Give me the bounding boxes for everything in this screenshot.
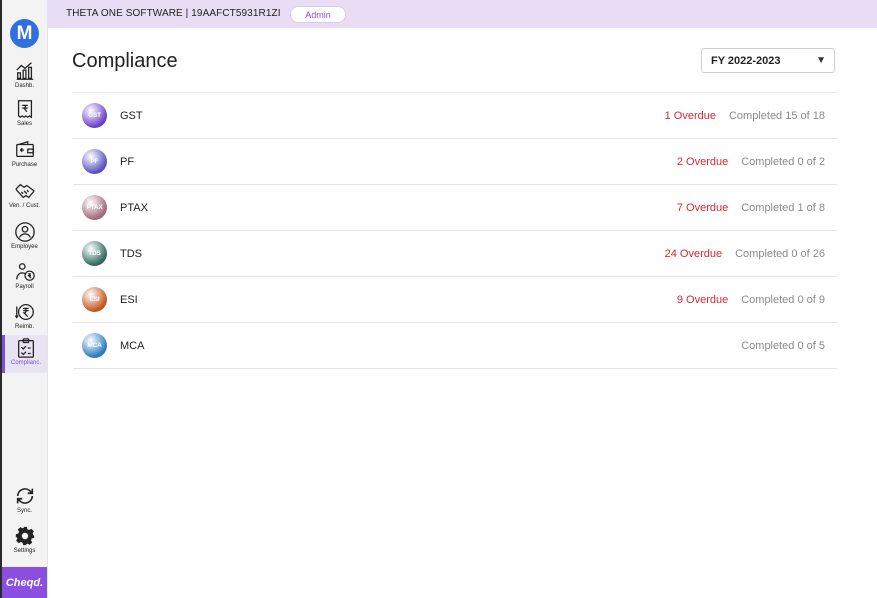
gst-badge-icon: GST <box>82 103 107 128</box>
employee-icon <box>14 222 35 242</box>
caret-down-icon: ▼ <box>816 55 826 66</box>
sidebar-item-label: Complianc. <box>10 360 41 366</box>
sidebar-item-vendors-customers[interactable]: Ven. / Cust. <box>2 178 47 218</box>
sidebar: M Dashb. Sales Purchase Ven. / Cust. Emp… <box>2 0 48 598</box>
compliance-name: GST <box>120 109 143 122</box>
overdue-count: 2 Overdue <box>676 155 729 168</box>
purchase-wallet-icon <box>15 140 34 158</box>
overdue-count: 1 Overdue <box>664 109 716 122</box>
rupee-arrows-icon <box>14 304 34 320</box>
fiscal-year-value: FY 2022-2023 <box>711 54 781 67</box>
sidebar-item-label: Ven. / Cust. <box>8 203 41 209</box>
sales-receipt-icon <box>17 100 32 119</box>
handshake-icon <box>14 183 35 199</box>
role-badge[interactable]: Admin <box>290 6 346 23</box>
clipboard-check-icon <box>18 338 34 358</box>
sidebar-item-sync[interactable]: Sync. <box>2 483 47 523</box>
compliance-name: ESI <box>120 293 138 306</box>
ptax-badge-icon: PTAX <box>82 195 107 220</box>
mca-badge-icon: MCA <box>82 333 107 358</box>
brand-logo: Cheqd. <box>2 567 47 598</box>
top-bar: THETA ONE SOFTWARE | 19AAFCT5931R1ZI Adm… <box>47 0 877 28</box>
sidebar-item-label: Settings <box>13 548 36 554</box>
sidebar-item-payroll[interactable]: Payroll <box>2 259 47 299</box>
sidebar-item-label: Reimb. <box>14 324 34 330</box>
compliance-list: GST GST 1 Overdue Completed 15 of 18 PF … <box>73 92 837 369</box>
sync-icon <box>16 488 33 504</box>
compliance-name: PF <box>120 155 135 168</box>
sidebar-item-label: Dashb. <box>14 83 34 89</box>
dashboard-chart-icon <box>15 62 33 80</box>
sidebar-item-label: Employee <box>11 244 38 250</box>
completed-status: Completed 1 of 8 <box>741 201 825 214</box>
fiscal-year-select[interactable]: FY 2022-2023 ▼ <box>701 48 835 73</box>
sidebar-item-label: Sales <box>16 121 32 127</box>
compliance-row-pf[interactable]: PF PF 2 Overdue Completed 0 of 2 <box>73 139 837 185</box>
completed-status: Completed 0 of 26 <box>735 247 825 260</box>
overdue-count: 7 Overdue <box>676 201 729 214</box>
sidebar-item-purchase[interactable]: Purchase <box>2 137 47 177</box>
app-logo[interactable]: M <box>10 19 39 48</box>
compliance-name: MCA <box>120 339 145 352</box>
compliance-row-tds[interactable]: TDS TDS 24 Overdue Completed 0 of 26 <box>73 231 837 277</box>
compliance-name: PTAX <box>120 201 148 214</box>
compliance-row-esi[interactable]: ESI ESI 9 Overdue Completed 0 of 9 <box>73 277 837 323</box>
overdue-count: 9 Overdue <box>676 293 729 306</box>
sidebar-item-dashboard[interactable]: Dashb. <box>2 58 47 98</box>
compliance-row-gst[interactable]: GST GST 1 Overdue Completed 15 of 18 <box>73 93 837 139</box>
sidebar-item-label: Purchase <box>11 162 38 168</box>
company-name: THETA ONE SOFTWARE | 19AAFCT5931R1ZI <box>66 8 281 19</box>
sidebar-item-label: Payroll <box>15 284 34 290</box>
sidebar-item-label: Sync. <box>16 508 32 514</box>
sidebar-item-sales[interactable]: Sales <box>2 96 47 136</box>
compliance-row-ptax[interactable]: PTAX PTAX 7 Overdue Completed 1 of 8 <box>73 185 837 231</box>
sidebar-item-compliance[interactable]: Complianc. <box>2 335 47 373</box>
compliance-name: TDS <box>120 247 142 260</box>
completed-status: Completed 15 of 18 <box>728 109 825 122</box>
compliance-row-mca[interactable]: MCA MCA Completed 0 of 5 <box>73 323 837 369</box>
sidebar-item-reimbursement[interactable]: Reimb. <box>2 299 47 339</box>
page-title: Compliance <box>72 50 178 72</box>
esi-badge-icon: ESI <box>82 287 107 312</box>
tds-badge-icon: TDS <box>82 241 107 266</box>
pf-badge-icon: PF <box>82 149 107 174</box>
completed-status: Completed 0 of 2 <box>741 155 825 168</box>
sidebar-item-settings[interactable]: Settings <box>2 523 47 563</box>
payroll-icon <box>15 263 35 281</box>
sidebar-item-employee[interactable]: Employee <box>2 219 47 259</box>
gear-icon <box>15 526 34 546</box>
completed-status: Completed 0 of 5 <box>741 339 825 352</box>
completed-status: Completed 0 of 9 <box>741 293 825 306</box>
overdue-count: 24 Overdue <box>664 247 723 260</box>
